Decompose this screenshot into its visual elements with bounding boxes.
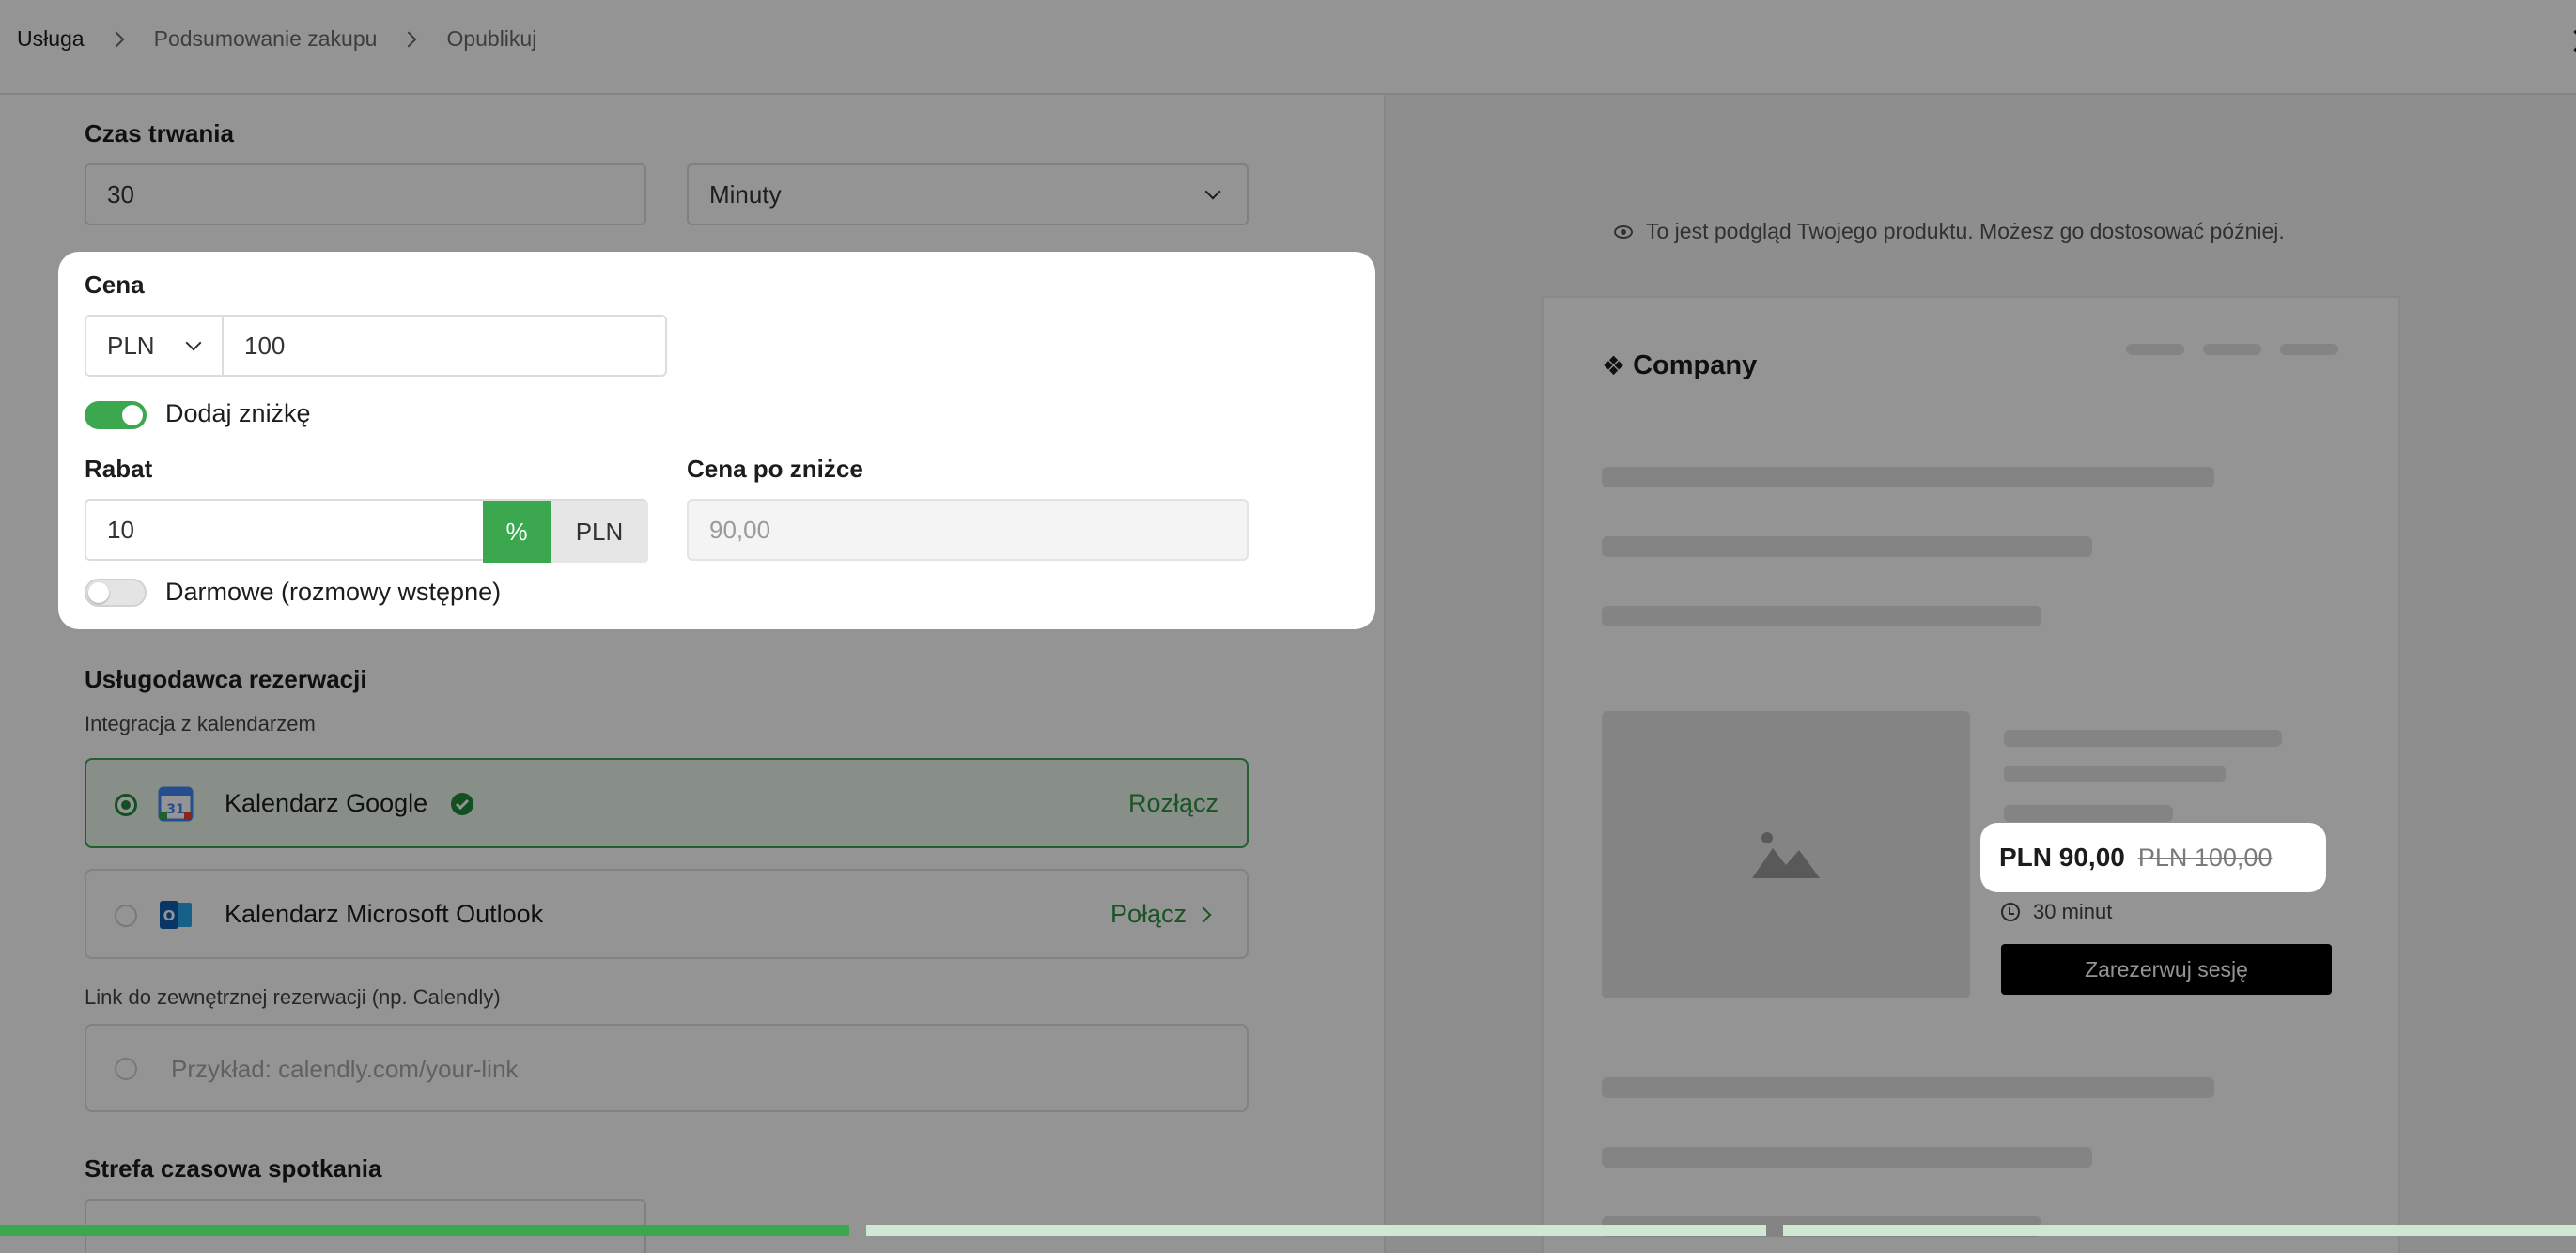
chevron-down-icon bbox=[185, 334, 202, 351]
after-discount-value: 90,00 bbox=[709, 515, 771, 544]
discount-toggle[interactable] bbox=[85, 401, 147, 429]
discount-toggle-label: Dodaj zniżkę bbox=[165, 399, 311, 427]
price-section-highlight: Cena PLN 100 Dodaj zniżkę Rabat 10 % PLN… bbox=[58, 252, 1375, 629]
discount-type-percent[interactable]: % bbox=[483, 501, 551, 563]
discount-value: 10 bbox=[107, 515, 134, 544]
price-value: 100 bbox=[244, 331, 286, 360]
free-toggle[interactable] bbox=[85, 579, 147, 607]
toggle-knob bbox=[122, 405, 143, 425]
progress-step-3 bbox=[1783, 1225, 2576, 1236]
currency-value: PLN bbox=[107, 331, 155, 360]
discount-type-currency[interactable]: PLN bbox=[551, 501, 648, 563]
price-input[interactable]: 100 bbox=[222, 315, 667, 377]
preview-price-old: PLN 100,00 bbox=[2137, 843, 2273, 872]
progress-step-2 bbox=[866, 1225, 1766, 1236]
after-discount-field: 90,00 bbox=[687, 499, 1249, 561]
progress-step-1-complete bbox=[0, 1225, 849, 1236]
currency-select[interactable]: PLN bbox=[85, 315, 224, 377]
toggle-knob bbox=[88, 582, 109, 603]
price-label: Cena bbox=[85, 271, 145, 299]
discount-input[interactable]: 10 % PLN bbox=[85, 499, 648, 563]
step-progress-bar bbox=[0, 1225, 2576, 1236]
free-toggle-label: Darmowe (rozmowy wstępne) bbox=[165, 578, 502, 606]
discount-label: Rabat bbox=[85, 455, 153, 483]
preview-price-new: PLN 90,00 bbox=[1999, 843, 2125, 872]
after-discount-label: Cena po zniżce bbox=[687, 455, 863, 483]
preview-price-highlight: PLN 90,00 PLN 100,00 bbox=[1980, 823, 2326, 892]
